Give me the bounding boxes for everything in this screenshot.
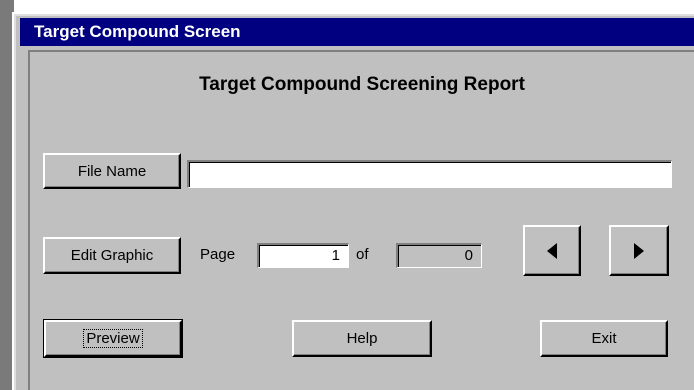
report-heading: Target Compound Screening Report xyxy=(199,74,525,95)
client-border-left xyxy=(28,50,30,390)
window-titlebar[interactable]: Target Compound Screen xyxy=(20,18,694,46)
total-pages-value: 0 xyxy=(464,247,473,264)
current-page-value: 1 xyxy=(331,247,340,264)
edit-graphic-button[interactable]: Edit Graphic xyxy=(43,237,181,274)
file-name-button[interactable]: File Name xyxy=(43,153,181,189)
of-label: of xyxy=(356,246,369,263)
window-title: Target Compound Screen xyxy=(34,22,241,41)
screen: Target Compound Screen Target Compound S… xyxy=(0,0,694,390)
client-border-top xyxy=(28,50,694,52)
help-button-label: Help xyxy=(346,330,378,347)
exit-button-label: Exit xyxy=(591,330,617,347)
next-page-button[interactable] xyxy=(609,225,669,276)
help-button[interactable]: Help xyxy=(292,320,432,357)
previous-page-button[interactable] xyxy=(523,225,581,276)
desktop-background xyxy=(0,0,694,10)
exit-button[interactable]: Exit xyxy=(540,320,668,357)
file-name-button-label: File Name xyxy=(77,162,147,180)
desktop-edge xyxy=(0,0,14,390)
preview-button[interactable]: Preview xyxy=(43,319,183,358)
right-triangle-icon xyxy=(634,242,644,259)
current-page-input[interactable]: 1 xyxy=(257,243,349,268)
total-pages-field: 0 xyxy=(396,243,482,268)
left-triangle-icon xyxy=(547,242,557,259)
edit-graphic-button-label: Edit Graphic xyxy=(70,247,154,264)
preview-button-label: Preview xyxy=(83,329,143,348)
page-label: Page xyxy=(200,246,236,263)
file-name-input[interactable] xyxy=(187,160,672,188)
